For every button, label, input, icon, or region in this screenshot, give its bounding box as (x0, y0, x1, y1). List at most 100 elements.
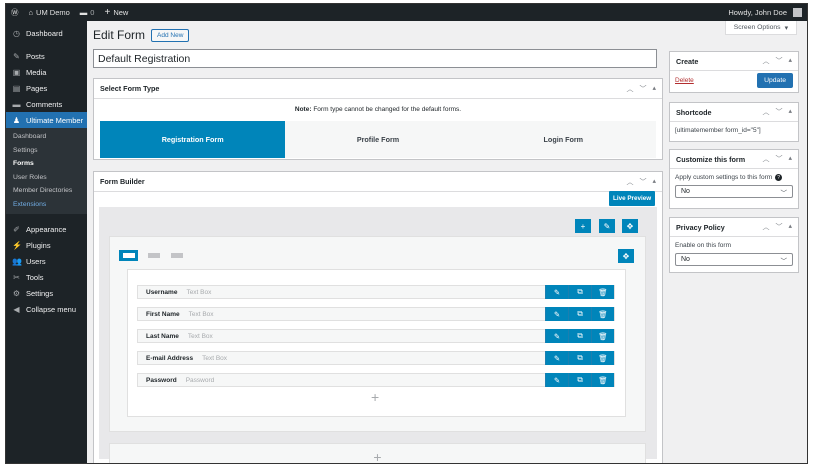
duplicate-field-button[interactable]: ⧉ (568, 307, 591, 321)
help-icon[interactable]: ? (775, 174, 783, 181)
edit-field-button[interactable]: ✎ (545, 373, 568, 387)
customize-select[interactable]: No ﹀ (675, 185, 793, 198)
delete-field-button[interactable]: 🗑 (591, 351, 614, 365)
move-row-button[interactable]: ✥ (622, 219, 638, 233)
submenu-item-member-directories[interactable]: Member Directories (6, 184, 87, 198)
sidebar-item-settings[interactable]: ⚙ Settings (6, 285, 87, 301)
chevron-down-icon[interactable]: ﹀ (775, 222, 782, 232)
box-controls[interactable]: ︿ ﹀ ▴ (762, 154, 792, 164)
sidebar-item-label: Comments (26, 99, 63, 109)
edit-field-button[interactable]: ✎ (545, 351, 568, 365)
brush-icon: ✐ (13, 224, 20, 234)
sidebar-item-posts[interactable]: ✎ Posts (6, 48, 87, 64)
submenu-item-forms[interactable]: Forms (6, 157, 87, 171)
sidebar-item-pages[interactable]: ▤ Pages (6, 80, 87, 96)
three-column-layout-icon[interactable] (167, 250, 186, 261)
box-controls[interactable]: ︿ ﹀ ▴ (762, 222, 792, 232)
delete-field-button[interactable]: 🗑 (591, 307, 614, 321)
form-type-tab-login-form[interactable]: Login Form (470, 121, 656, 158)
toggle-icon[interactable]: ▴ (788, 154, 792, 164)
toggle-icon[interactable]: ▴ (652, 84, 656, 94)
field-type: Text Box (187, 332, 213, 340)
chevron-down-icon[interactable]: ﹀ (775, 107, 782, 117)
box-controls[interactable]: ︿ ﹀ ▴ (762, 56, 792, 66)
wp-logo-icon[interactable]: Ⓦ (6, 4, 24, 21)
screen-options-button[interactable]: Screen Options ▾ (724, 21, 797, 35)
move-column-button[interactable]: ✥ (618, 249, 634, 263)
customize-header[interactable]: Customize this form ︿ ﹀ ▴ (670, 150, 798, 169)
chevron-up-icon[interactable]: ︿ (762, 107, 769, 117)
form-type-note: Note: Form type cannot be changed for th… (94, 99, 662, 121)
edit-field-button[interactable]: ✎ (545, 307, 568, 321)
form-title-input[interactable]: Default Registration (93, 49, 657, 68)
privacy-select[interactable]: No ﹀ (675, 253, 793, 266)
delete-link[interactable]: Delete (675, 77, 694, 84)
comments-link[interactable]: ▬ 0 (75, 4, 100, 21)
submenu-item-extensions[interactable]: Extensions (6, 198, 87, 212)
field-label: Password (146, 376, 177, 384)
submenu-item-dashboard[interactable]: Dashboard (6, 130, 87, 144)
chevron-up-icon[interactable]: ︿ (762, 154, 769, 164)
duplicate-field-button[interactable]: ⧉ (568, 373, 591, 387)
chevron-down-icon[interactable]: ﹀ (639, 177, 646, 187)
submenu-item-settings[interactable]: Settings (6, 144, 87, 158)
add-new-row-button[interactable]: + (109, 443, 646, 463)
chevron-up-icon[interactable]: ︿ (626, 84, 633, 94)
sidebar-item-users[interactable]: 👥 Users (6, 253, 87, 269)
toggle-icon[interactable]: ▴ (788, 222, 792, 232)
chevron-up-icon[interactable]: ︿ (762, 56, 769, 66)
chevron-down-icon[interactable]: ﹀ (775, 154, 782, 164)
field-row-last-name[interactable]: Last Name Text Box ✎ ⧉ 🗑 (137, 329, 615, 343)
add-new-button[interactable]: Add New (151, 28, 190, 42)
live-preview-button[interactable]: Live Preview (609, 191, 656, 206)
sidebar-item-ultimate-member[interactable]: ♟ Ultimate Member (6, 112, 87, 128)
edit-field-button[interactable]: ✎ (545, 329, 568, 343)
box-controls[interactable]: ︿ ﹀ ▴ (626, 84, 656, 94)
delete-field-button[interactable]: 🗑 (591, 285, 614, 299)
edit-row-button[interactable]: ✎ (599, 219, 615, 233)
toggle-icon[interactable]: ▴ (788, 107, 792, 117)
box-controls[interactable]: ︿ ﹀ ▴ (762, 107, 792, 117)
form-builder-header[interactable]: Form Builder ︿ ﹀ ▴ (94, 172, 662, 192)
add-row-button[interactable]: + (575, 219, 591, 233)
my-account-link[interactable]: Howdy, John Doe (723, 4, 807, 21)
sidebar-item-plugins[interactable]: ⚡ Plugins (6, 237, 87, 253)
chevron-up-icon[interactable]: ︿ (762, 222, 769, 232)
chevron-up-icon[interactable]: ︿ (626, 177, 633, 187)
sidebar-item-appearance[interactable]: ✐ Appearance (6, 221, 87, 237)
sidebar-item-comments[interactable]: ▬ Comments (6, 96, 87, 112)
field-row-first-name[interactable]: First Name Text Box ✎ ⧉ 🗑 (137, 307, 615, 321)
edit-field-button[interactable]: ✎ (545, 285, 568, 299)
select-form-type-header[interactable]: Select Form Type ︿ ﹀ ▴ (94, 79, 662, 99)
field-row-e-mail-address[interactable]: E-mail Address Text Box ✎ ⧉ 🗑 (137, 351, 615, 365)
toggle-icon[interactable]: ▴ (788, 56, 792, 66)
update-button[interactable]: Update (757, 73, 793, 88)
one-column-layout-icon[interactable] (119, 250, 138, 261)
toggle-icon[interactable]: ▴ (652, 177, 656, 187)
privacy-policy-header[interactable]: Privacy Policy ︿ ﹀ ▴ (670, 218, 798, 237)
user-icon: ♟ (12, 115, 21, 125)
chevron-down-icon[interactable]: ﹀ (775, 56, 782, 66)
sidebar-item-dashboard[interactable]: ◷ Dashboard (6, 25, 87, 41)
add-field-plus-icon[interactable]: + (371, 389, 379, 405)
duplicate-field-button[interactable]: ⧉ (568, 329, 591, 343)
chevron-down-icon[interactable]: ﹀ (639, 84, 646, 94)
box-controls[interactable]: ︿ ﹀ ▴ (626, 177, 656, 187)
new-content-link[interactable]: + New (99, 4, 133, 21)
sidebar-item-tools[interactable]: ✂ Tools (6, 269, 87, 285)
site-name-link[interactable]: ⌂ UM Demo (24, 4, 75, 21)
field-row-password[interactable]: Password Password ✎ ⧉ 🗑 (137, 373, 615, 387)
delete-field-button[interactable]: 🗑 (591, 373, 614, 387)
delete-field-button[interactable]: 🗑 (591, 329, 614, 343)
form-type-tab-registration-form[interactable]: Registration Form (100, 121, 286, 158)
duplicate-field-button[interactable]: ⧉ (568, 351, 591, 365)
two-column-layout-icon[interactable] (144, 250, 163, 261)
shortcode-header[interactable]: Shortcode ︿ ﹀ ▴ (670, 103, 798, 122)
submenu-item-user-roles[interactable]: User Roles (6, 171, 87, 185)
duplicate-field-button[interactable]: ⧉ (568, 285, 591, 299)
publish-header[interactable]: Create ︿ ﹀ ▴ (670, 52, 798, 71)
sidebar-item-collapse-menu[interactable]: ◀ Collapse menu (6, 301, 87, 317)
field-row-username[interactable]: Username Text Box ✎ ⧉ 🗑 (137, 285, 615, 299)
form-type-tab-profile-form[interactable]: Profile Form (285, 121, 471, 158)
sidebar-item-media[interactable]: ▣ Media (6, 64, 87, 80)
